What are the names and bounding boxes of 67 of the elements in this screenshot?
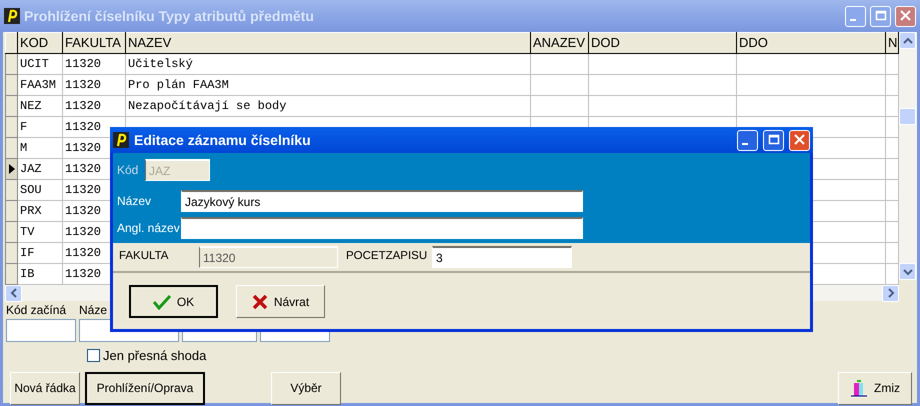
column-header[interactable]: ANAZEV bbox=[530, 32, 588, 53]
table-cell: IB bbox=[18, 263, 62, 284]
table-cell: Pro plán FAA3M bbox=[126, 74, 530, 95]
column-header[interactable]: DOD bbox=[588, 32, 736, 53]
dialog-title: Editace záznamu číselníku bbox=[134, 130, 312, 150]
table-cell: 11320 bbox=[62, 74, 126, 95]
maximize-button[interactable] bbox=[870, 6, 891, 26]
table-cell: M bbox=[18, 137, 62, 158]
close-button[interactable] bbox=[789, 130, 810, 150]
maximize-button[interactable] bbox=[763, 130, 784, 150]
table-cell: UCIT bbox=[18, 53, 62, 74]
table-cell: Učitelský bbox=[126, 53, 530, 74]
scroll-thumb[interactable] bbox=[899, 108, 916, 124]
cross-icon bbox=[252, 294, 268, 310]
table-cell: SOU bbox=[18, 179, 62, 200]
door-icon bbox=[850, 379, 868, 397]
checkbox-label: Jen přesná shoda bbox=[103, 347, 206, 365]
column-header[interactable]: KOD bbox=[18, 32, 62, 53]
checkmark-icon bbox=[152, 294, 171, 310]
minimize-icon bbox=[742, 143, 748, 145]
empty-cell bbox=[530, 74, 588, 95]
minimize-button[interactable] bbox=[737, 130, 758, 150]
table-cell: F bbox=[18, 116, 62, 137]
input-field[interactable]: 3 bbox=[432, 246, 572, 268]
ok-button[interactable]: OK bbox=[129, 285, 218, 318]
empty-cell bbox=[530, 53, 588, 74]
input-field[interactable]: Jazykový kurs bbox=[181, 190, 583, 212]
field-label: POCETZAPISU bbox=[346, 249, 428, 264]
action-button[interactable]: Prohlížení/Oprava bbox=[85, 372, 205, 404]
maximize-icon bbox=[766, 133, 780, 147]
row-selector[interactable] bbox=[6, 158, 18, 179]
action-button[interactable]: Nová řádka bbox=[10, 372, 80, 404]
column-header[interactable]: DDO bbox=[736, 32, 886, 53]
input-field[interactable] bbox=[181, 217, 583, 239]
minimize-icon bbox=[850, 19, 856, 21]
app-logo-icon bbox=[113, 132, 129, 148]
column-header[interactable]: NAZEV bbox=[126, 32, 530, 53]
table-cell: TV bbox=[18, 221, 62, 242]
minimize-button[interactable] bbox=[845, 6, 866, 26]
close-button[interactable] bbox=[895, 6, 916, 26]
column-header[interactable]: FAKULTA bbox=[62, 32, 126, 53]
input-field: 11320 bbox=[199, 246, 338, 268]
table-cell: IF bbox=[18, 242, 62, 263]
table-cell: 11320 bbox=[62, 53, 126, 74]
table-cell: JAZ bbox=[18, 158, 62, 179]
close-icon bbox=[792, 133, 806, 147]
cancel-button[interactable]: Návrat bbox=[236, 285, 325, 318]
row-selector[interactable] bbox=[6, 53, 18, 74]
window-title: Prohlížení číselníku Typy atributů předmětu bbox=[24, 6, 315, 26]
action-button[interactable]: Zmiz bbox=[838, 372, 912, 404]
vertical-scrollbar[interactable] bbox=[899, 32, 917, 280]
input-field: JAZ bbox=[145, 159, 210, 181]
column-header[interactable]: N bbox=[886, 32, 898, 53]
close-icon bbox=[898, 9, 912, 23]
table-cell: PRX bbox=[18, 200, 62, 221]
table-cell: NEZ bbox=[18, 95, 62, 116]
field-label: Náze bbox=[79, 302, 108, 319]
table-cell: 11320 bbox=[62, 95, 126, 116]
grid-corner bbox=[6, 32, 18, 53]
table-cell: FAA3M bbox=[18, 74, 62, 95]
filter-field[interactable] bbox=[6, 319, 76, 342]
checkbox[interactable] bbox=[87, 349, 100, 362]
table-cell: Nezapočítávají se body bbox=[126, 95, 530, 116]
action-button[interactable]: Výběr bbox=[271, 372, 341, 404]
maximize-icon bbox=[874, 9, 888, 23]
app-logo-icon bbox=[4, 8, 20, 24]
field-label: Kód začíná bbox=[6, 302, 66, 319]
